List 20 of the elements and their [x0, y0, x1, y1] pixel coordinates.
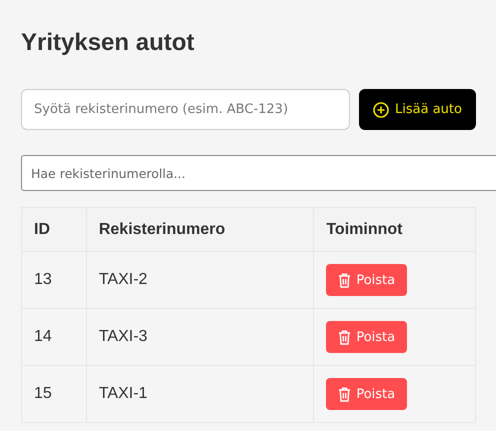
search-field[interactable]: Hae rekisterinumerolla... [21, 155, 496, 191]
trash-icon [338, 330, 352, 344]
add-car-button[interactable]: Lisää auto [359, 89, 476, 130]
table-cell: TAXI-1 [86, 366, 314, 422]
delete-button[interactable]: Poista [326, 378, 408, 410]
page-title: Yrityksen autot [21, 29, 196, 57]
column-header: Rekisterinumero [86, 208, 314, 252]
table-cell: 15 [22, 366, 86, 422]
table-cell: TAXI-3 [86, 308, 314, 366]
registration-input[interactable]: Syötä rekisterinumero (esim. ABC-123) [21, 89, 350, 130]
table-cell: TAXI-2 [86, 252, 314, 308]
trash-icon [338, 386, 352, 402]
trash-icon [338, 272, 352, 288]
table-cell: 13 [22, 252, 86, 308]
table-cell: 14 [22, 308, 86, 366]
delete-button[interactable]: Poista [326, 264, 408, 296]
plus-circle-icon [373, 102, 390, 118]
delete-button[interactable]: Poista [326, 321, 408, 353]
column-header: ID [22, 208, 86, 252]
column-header: Toiminnot [314, 208, 476, 252]
